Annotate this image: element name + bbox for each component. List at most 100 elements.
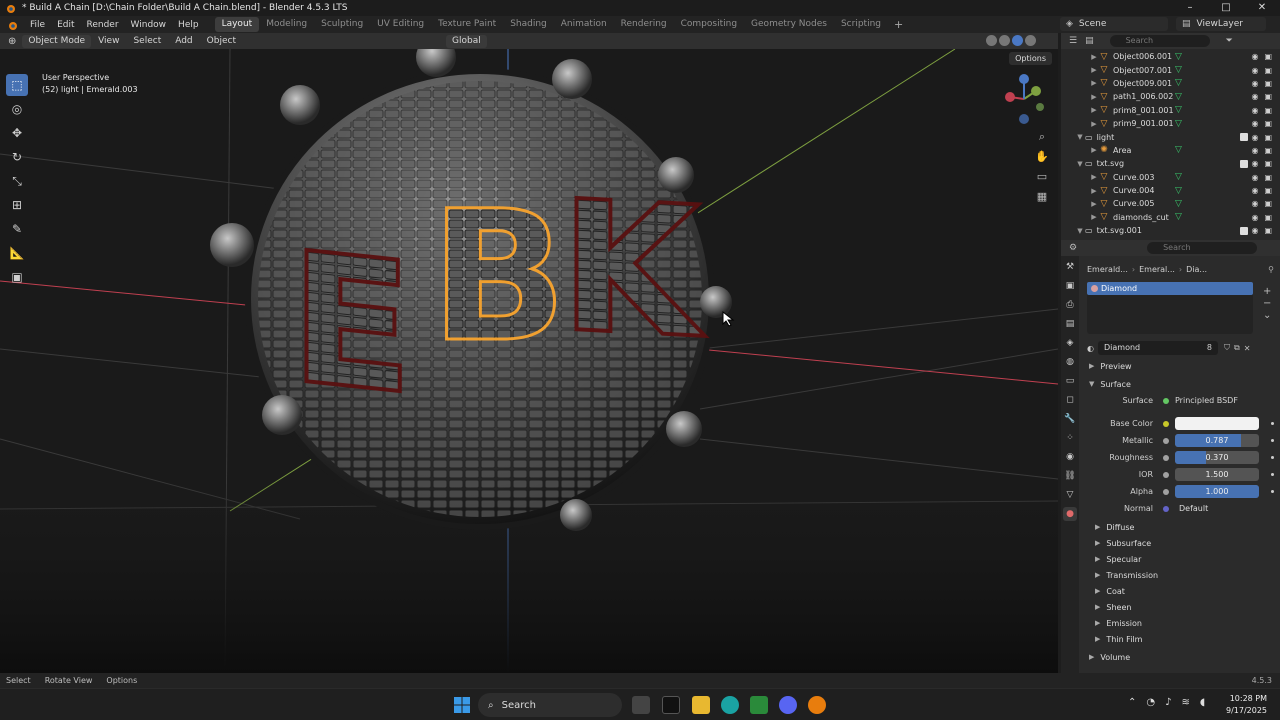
menu-render[interactable]: Render [81,20,125,30]
subpanel-header[interactable]: ▶ Transmission [1083,567,1280,583]
outliner-row[interactable]: ▶ ▽ Object009.001 ▽ ◉ ▣ [1061,77,1280,90]
mesh-data-icon[interactable]: ▽ [1175,65,1182,75]
eye-icon[interactable]: ◉ [1251,199,1258,208]
properties-search-field[interactable]: Search [1147,242,1258,254]
mesh-data-icon[interactable]: ▽ [1175,105,1182,115]
mesh-data-icon[interactable]: ▽ [1175,92,1182,102]
discord-icon[interactable] [779,696,797,714]
viewport-menu-select[interactable]: Select [126,36,168,46]
app-icon-green[interactable] [750,696,768,714]
eye-icon[interactable]: ◉ [1251,66,1258,75]
pan-view-icon[interactable]: ✋ [1034,149,1050,165]
workspace-tab-sculpting[interactable]: Sculpting [314,17,370,32]
expand-arrow-icon[interactable]: ▼ [1075,133,1085,141]
outliner-editor-icon[interactable]: ☰ [1069,36,1077,46]
microphone-icon[interactable]: ♪ [1165,697,1171,708]
workspace-tab-scripting[interactable]: Scripting [834,17,888,32]
network-icon[interactable]: ◔ [1146,697,1155,708]
filter-icon[interactable]: ⏷ [1226,36,1233,46]
view-layer-tab-icon[interactable]: ▤ [1063,317,1077,331]
keyframe-dot-icon[interactable] [1271,422,1274,425]
mesh-data-icon[interactable]: ▽ [1175,78,1182,88]
expand-arrow-icon[interactable]: ▼ [1075,227,1085,235]
object-tab-icon[interactable]: ◻ [1063,393,1077,407]
fake-user-icon[interactable]: ⛉ [1224,343,1230,353]
eye-icon[interactable]: ◉ [1251,52,1258,61]
file-explorer-icon[interactable] [692,696,710,714]
mesh-data-icon[interactable]: ▽ [1175,119,1182,129]
remove-slot-icon[interactable]: − [1263,298,1271,310]
camera-icon[interactable]: ▣ [1264,173,1272,182]
slot-menu-icon[interactable]: ⌄ [1263,310,1271,322]
preview-panel-header[interactable]: ▶ Preview [1083,358,1280,374]
workspace-tab-uv-editing[interactable]: UV Editing [370,17,431,32]
mesh-data-icon[interactable]: ▽ [1175,172,1182,182]
tool-tab-icon[interactable]: ⚒ [1063,260,1077,274]
close-button[interactable]: ✕ [1244,0,1280,16]
zoom-view-icon[interactable]: ⌕ [1034,129,1050,145]
camera-icon[interactable]: ▣ [1264,133,1272,142]
solid-shading-icon[interactable] [999,35,1010,46]
transform-tool-icon[interactable]: ⊞ [6,194,28,216]
material-preview-shading-icon[interactable] [1012,35,1023,46]
keyframe-dot-icon[interactable] [1271,439,1274,442]
expand-arrow-icon[interactable]: ▶ [1089,79,1099,87]
input-socket-icon[interactable] [1163,437,1169,444]
scene-selector[interactable]: ◈ Scene [1060,17,1168,31]
keyframe-dot-icon[interactable] [1271,473,1274,476]
eye-icon[interactable]: ◉ [1251,92,1258,101]
expand-arrow-icon[interactable]: ▶ [1089,93,1099,101]
world-tab-icon[interactable]: ◍ [1063,355,1077,369]
transform-orientation-dropdown[interactable]: Global [446,35,487,48]
edge-browser-icon[interactable] [721,696,739,714]
ior-slider[interactable]: 1.500 [1175,468,1259,481]
display-mode-icon[interactable]: ▤ [1085,36,1094,46]
subpanel-header[interactable]: ▶ Coat [1083,583,1280,599]
navigation-gizmo[interactable] [998,73,1050,125]
outliner-row[interactable]: ▶ ▽ Object006.001 ▽ ◉ ▣ [1061,50,1280,63]
camera-icon[interactable]: ▣ [1264,213,1272,222]
task-view-icon[interactable] [632,696,650,714]
eye-icon[interactable]: ◉ [1251,119,1258,128]
camera-icon[interactable]: ▣ [1264,66,1272,75]
menu-file[interactable]: File [24,20,51,30]
viewport-options-button[interactable]: Options [1009,52,1052,65]
subpanel-header[interactable]: ▶ Diffuse [1083,519,1280,535]
editor-type-icon[interactable]: ⊕ [8,36,16,47]
exclude-checkbox[interactable] [1240,133,1248,142]
input-socket-icon[interactable] [1163,420,1169,427]
output-tab-icon[interactable]: ⎙ [1063,298,1077,312]
eye-icon[interactable]: ◉ [1251,173,1258,182]
mesh-data-icon[interactable]: ▽ [1175,52,1182,62]
blender-menu-icon[interactable] [6,19,18,31]
add-workspace-icon[interactable]: + [888,18,909,31]
material-slot-list[interactable]: Diamond [1087,282,1253,334]
annotate-tool-icon[interactable]: ✎ [6,218,28,240]
workspace-tab-geometry-nodes[interactable]: Geometry Nodes [744,17,834,32]
eye-icon[interactable]: ◉ [1251,226,1258,235]
material-browse-icon[interactable]: ◐ [1087,344,1094,353]
outliner-row[interactable]: ▶ ▽ prim9_001.001 ▽ ◉ ▣ [1061,117,1280,130]
cursor-tool-icon[interactable]: ◎ [6,98,28,120]
outliner-row[interactable]: ▶ ▽ Curve.003 ▽ ◉ ▣ [1061,171,1280,184]
eye-icon[interactable]: ◉ [1251,79,1258,88]
expand-arrow-icon[interactable]: ▶ [1089,66,1099,74]
maximize-button[interactable]: □ [1208,0,1244,16]
workspace-tab-shading[interactable]: Shading [503,17,554,32]
viewport-menu-view[interactable]: View [91,36,126,46]
base-color-swatch[interactable] [1175,417,1259,430]
mesh-data-icon[interactable]: ▽ [1175,212,1182,222]
eye-icon[interactable]: ◉ [1251,133,1258,142]
add-slot-icon[interactable]: + [1263,286,1271,298]
camera-icon[interactable]: ▣ [1264,146,1272,155]
workspace-tab-layout[interactable]: Layout [214,17,260,32]
metallic-slider[interactable]: 0.787 [1175,434,1259,447]
workspace-tab-compositing[interactable]: Compositing [674,17,744,32]
camera-icon[interactable]: ▣ [1264,199,1272,208]
outliner-row[interactable]: ▶ ▽ Curve.005 ▽ ◉ ▣ [1061,197,1280,210]
camera-icon[interactable]: ▣ [1264,186,1272,195]
app-icon-capcut[interactable] [662,696,680,714]
light-data-icon[interactable]: ▽ [1175,145,1182,155]
exclude-checkbox[interactable] [1240,226,1248,235]
measure-tool-icon[interactable]: 📐 [6,242,28,264]
